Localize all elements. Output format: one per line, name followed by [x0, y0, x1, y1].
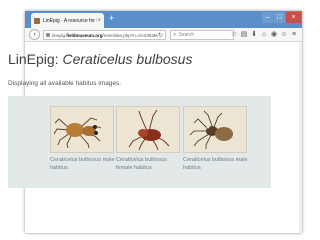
spider-lateral-image[interactable]: [116, 106, 180, 153]
url-domain: fieldmuseum.org: [66, 32, 103, 38]
gallery-item[interactable]: Ceraticelus bulbosus male habitus: [183, 106, 249, 172]
tab-title: LinEpig - A resource for ID ...: [43, 17, 97, 24]
home-icon[interactable]: ⌂: [259, 30, 269, 40]
gallery-caption[interactable]: Ceraticelus bulbosus female habitus: [116, 156, 182, 172]
spider-dorsal-image[interactable]: [50, 106, 114, 153]
bookmark-star-icon[interactable]: ☆: [229, 30, 239, 40]
maximize-button[interactable]: □: [274, 12, 285, 23]
reload-icon[interactable]: ↻: [158, 32, 163, 39]
site-info-icon[interactable]: [46, 33, 50, 37]
gallery-item[interactable]: Ceraticelus bulbosus male habitus: [50, 106, 116, 172]
search-bar[interactable]: ⌕: [170, 30, 234, 40]
minimize-button[interactable]: –: [262, 12, 273, 23]
pocket-icon[interactable]: ◉: [269, 30, 279, 40]
nav-toolbar: ‹ linepig.fieldmuseum.org/mem/dev.php?n=…: [25, 28, 302, 42]
url-path: /mem/dev.php?n=2A2353M: [102, 32, 158, 38]
new-tab-button[interactable]: +: [109, 14, 114, 23]
back-button[interactable]: ‹: [29, 29, 40, 40]
tab-bar: LinEpig - A resource for ID ... × + – □ …: [25, 11, 302, 28]
account-icon[interactable]: ☺: [279, 30, 289, 40]
page-title: LinEpig: Ceraticelus bulbosus: [8, 51, 192, 67]
library-icon[interactable]: ▤: [239, 30, 249, 40]
gallery-caption[interactable]: Ceraticelus bulbosus male habitus: [183, 156, 249, 172]
url-text[interactable]: linepig.fieldmuseum.org/mem/dev.php?n=2A…: [52, 33, 158, 38]
tab-linepig[interactable]: LinEpig - A resource for ID ... ×: [31, 13, 104, 28]
url-prefix: linepig.: [52, 32, 67, 38]
gallery-caption[interactable]: Ceraticelus bulbosus male habitus: [50, 156, 116, 172]
gallery-item[interactable]: Ceraticelus bulbosus female habitus: [116, 106, 180, 172]
search-icon: ⌕: [173, 31, 177, 38]
title-species: Ceraticelus bulbosus: [62, 51, 193, 67]
title-prefix: LinEpig:: [8, 51, 63, 67]
scrollbar[interactable]: [299, 42, 302, 233]
favicon-icon: [34, 17, 40, 24]
menu-icon[interactable]: ≡: [289, 30, 299, 40]
search-input[interactable]: [178, 32, 229, 38]
url-bar[interactable]: linepig.fieldmuseum.org/mem/dev.php?n=2A…: [43, 30, 166, 40]
habitus-gallery: Ceraticelus bulbosus male habitus Cerati…: [8, 96, 271, 188]
page-subtitle: Displaying all available habitus images.: [8, 80, 122, 87]
tab-close-icon[interactable]: ×: [97, 18, 101, 24]
toolbar-icons: ☆ ▤ ⬇ ⌂ ◉ ☺ ≡: [229, 30, 299, 40]
close-window-button[interactable]: ×: [286, 12, 301, 23]
download-icon[interactable]: ⬇: [249, 30, 259, 40]
spider-ventral-image[interactable]: [183, 106, 247, 153]
